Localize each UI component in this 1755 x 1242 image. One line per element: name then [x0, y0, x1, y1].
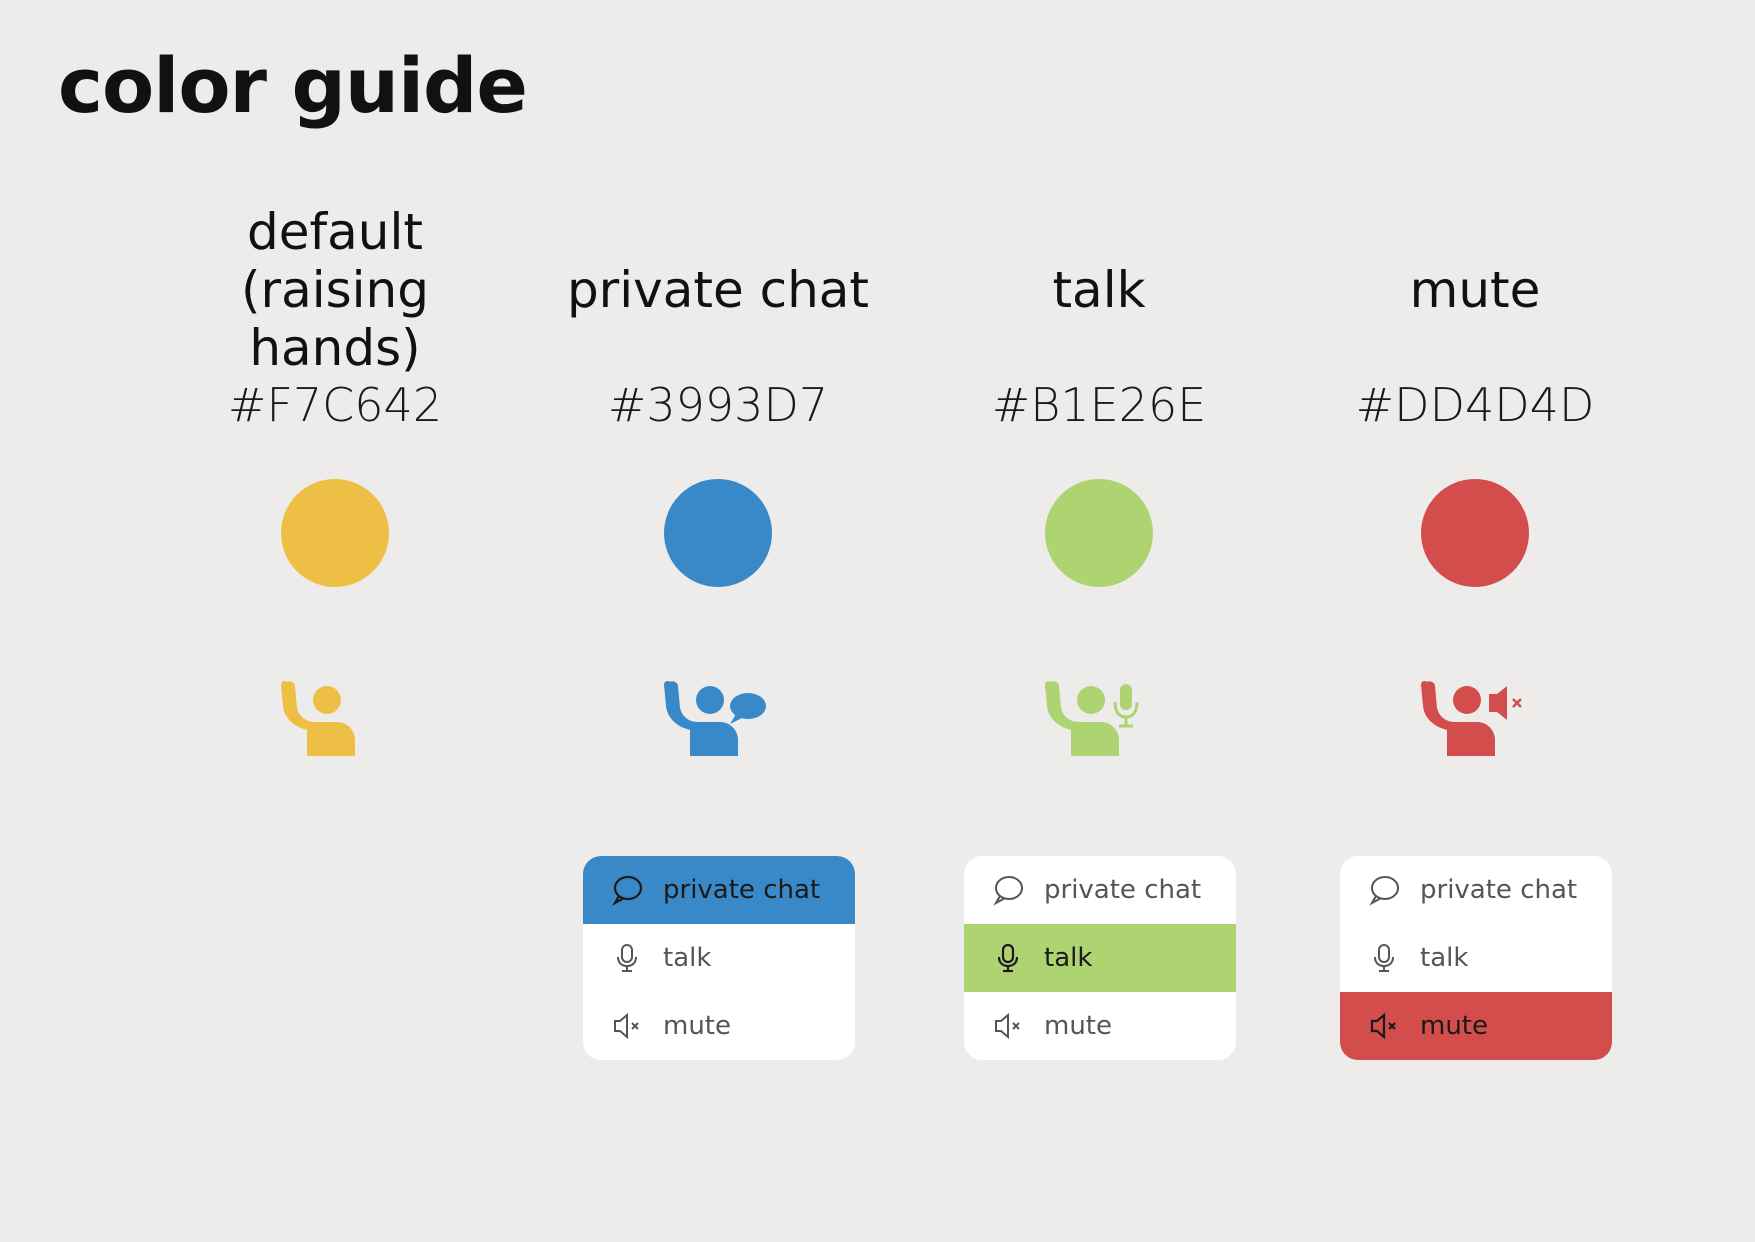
speech-bubble-icon [990, 872, 1026, 908]
menu-item-private-chat[interactable]: private chat [964, 856, 1236, 924]
menu-item-label: talk [663, 943, 712, 973]
mute-person-icon [1415, 676, 1535, 760]
color-swatch [1045, 479, 1153, 587]
menu-item-label: mute [1420, 1011, 1488, 1041]
menu-item-label: private chat [1420, 875, 1578, 905]
microphone-icon [609, 940, 645, 976]
hex-code: #F7C642 [227, 378, 443, 432]
microphone-icon [1366, 940, 1402, 976]
speaker-mute-icon [609, 1008, 645, 1044]
state-name: default (raising hands) [241, 203, 429, 377]
menu-item-mute[interactable]: mute [1340, 992, 1612, 1060]
menu-item-talk[interactable]: talk [1340, 924, 1612, 992]
menu-item-label: private chat [663, 875, 821, 905]
talk-person-icon [1039, 676, 1159, 760]
color-swatch [664, 479, 772, 587]
menu-item-mute[interactable]: mute [583, 992, 855, 1060]
color-swatch [1421, 479, 1529, 587]
raise-hand-icon [275, 676, 395, 760]
menu-item-mute[interactable]: mute [964, 992, 1236, 1060]
state-name: talk [1052, 261, 1146, 319]
speaker-mute-icon [1366, 1008, 1402, 1044]
menu-item-label: talk [1044, 943, 1093, 973]
speech-bubble-icon [609, 872, 645, 908]
menu-item-talk[interactable]: talk [583, 924, 855, 992]
menu-item-private-chat[interactable]: private chat [1340, 856, 1612, 924]
menu-item-label: mute [663, 1011, 731, 1041]
hex-code: #3993D7 [607, 378, 829, 432]
context-menu: private chat talk mute [583, 856, 855, 1060]
microphone-icon [990, 940, 1026, 976]
context-menu: private chat talk mute [1340, 856, 1612, 1060]
color-swatch [281, 479, 389, 587]
hex-code: #DD4D4D [1355, 378, 1595, 432]
menu-item-label: mute [1044, 1011, 1112, 1041]
state-name: private chat [566, 261, 870, 319]
menu-item-label: private chat [1044, 875, 1202, 905]
menu-item-private-chat[interactable]: private chat [583, 856, 855, 924]
menu-item-talk[interactable]: talk [964, 924, 1236, 992]
private-chat-person-icon [658, 676, 778, 760]
menu-item-label: talk [1420, 943, 1469, 973]
speaker-mute-icon [990, 1008, 1026, 1044]
context-menu: private chat talk mute [964, 856, 1236, 1060]
state-name: mute [1409, 261, 1541, 319]
speech-bubble-icon [1366, 872, 1402, 908]
page-title: color guide [58, 41, 528, 130]
hex-code: #B1E26E [991, 378, 1207, 432]
